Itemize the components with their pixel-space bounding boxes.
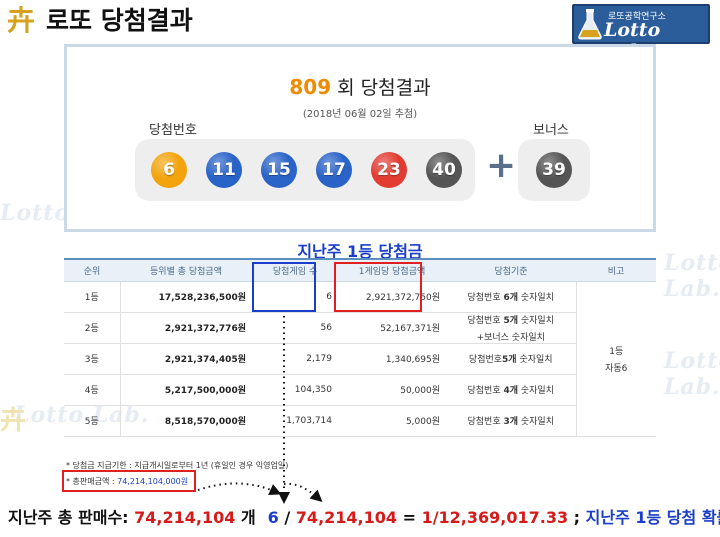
summary-semicolon: ; xyxy=(568,508,586,527)
bonus-ball: 39 xyxy=(536,152,572,188)
logo-icon: 卉 xyxy=(6,4,35,37)
criteria-cell: 당첨번호 3개 숫자일치 xyxy=(446,405,576,437)
total-prize-cell: 17,528,236,500원 xyxy=(120,281,252,313)
summary-label: 지난주 총 판매수: xyxy=(8,508,135,527)
bonus-number-panel: 39 xyxy=(518,139,590,201)
summary-unit: 개 xyxy=(235,508,256,527)
winning-games-cell: 1,703,714 xyxy=(252,405,338,437)
rank-cell: 4등 xyxy=(64,374,121,406)
table-row: 2등 2,921,372,776원 56 52,167,371원 당첨번호 5개… xyxy=(64,312,656,344)
summary-equals: = xyxy=(397,508,422,527)
round-number: 809 xyxy=(289,75,332,99)
total-prize-cell: 2,921,374,405원 xyxy=(120,343,252,375)
per-game-prize-cell: 50,000원 xyxy=(338,374,446,406)
remarks-cell: 1등 자동6 xyxy=(575,281,656,437)
rank-cell: 3등 xyxy=(64,343,121,375)
draw-date: (2018년 06월 02일 추첨) xyxy=(302,109,418,120)
rank-cell: 2등 xyxy=(64,312,121,344)
summary-slash: / xyxy=(278,508,296,527)
notes: * 당첨금 지급기한 : 지급개시일로부터 1년 (휴일인 경우 익영업일) *… xyxy=(66,458,288,490)
summary-tail: 지난주 1등 당첨 확률 xyxy=(585,508,720,527)
round-suffix: 회 당첨결과 xyxy=(331,77,431,99)
winning-numbers-label: 당첨번호 xyxy=(149,123,197,138)
criteria-cell: 당첨번호 6개 숫자일치 xyxy=(446,281,576,313)
total-sales-note: * 총판매금액 : 74,214,104,000원 xyxy=(66,477,189,486)
column-header: 등위별 총 당첨금액 xyxy=(120,258,252,282)
brand-logo: 로또공학연구소 Lotto Lab. xyxy=(572,4,710,63)
table-row: 4등 5,217,500,000원 104,350 50,000원 당첨번호 4… xyxy=(64,374,656,406)
column-header: 비고 xyxy=(576,258,656,282)
payment-deadline-note: * 당첨금 지급기한 : 지급개시일로부터 1년 (휴일인 경우 익영업일) xyxy=(66,461,289,470)
watermark-logo-icon: 卉 xyxy=(0,406,27,436)
winning-games-cell: 2,179 xyxy=(252,343,338,375)
total-prize-cell: 8,518,570,000원 xyxy=(120,405,252,437)
rank-cell: 1등 xyxy=(64,281,121,313)
lotto-ball: 15 xyxy=(261,152,297,188)
flask-icon xyxy=(578,9,602,40)
criteria-cell: 당첨번호 4개 숫자일치 xyxy=(446,374,576,406)
per-game-prize-cell: 5,000원 xyxy=(338,405,446,437)
summary-odds: 1/12,369,017.33 xyxy=(421,508,569,527)
winning-games-cell: 56 xyxy=(252,312,338,344)
page-title: 로또 당첨결과 xyxy=(46,6,193,35)
round-heading: 809 회 당첨결과 xyxy=(67,73,653,100)
column-header: 당첨기준 xyxy=(446,258,576,282)
lotto-ball: 6 xyxy=(151,152,187,188)
watermark-text: Lotto Lab. xyxy=(664,348,720,400)
lotto-ball: 11 xyxy=(206,152,242,188)
per-game-highlight-box xyxy=(334,262,422,312)
table-row: 5등 8,518,570,000원 1,703,714 5,000원 당첨번호 … xyxy=(64,405,656,437)
winning-numbers-panel: 6 11 15 17 23 40 xyxy=(135,139,475,201)
header: 卉 로또 당첨결과 로또공학연구소 Lotto Lab. xyxy=(0,0,720,63)
draw-result-card: 809 회 당첨결과 (2018년 06월 02일 추첨) 당첨번호 보너스 6… xyxy=(64,44,656,232)
games-highlight-box xyxy=(252,262,316,312)
criteria-cell: 당첨번호5개 숫자일치 xyxy=(446,343,576,375)
total-prize-cell: 5,217,500,000원 xyxy=(120,374,252,406)
total-prize-cell: 2,921,372,776원 xyxy=(120,312,252,344)
plus-icon: + xyxy=(486,145,517,186)
rank-cell: 5등 xyxy=(64,405,121,437)
winning-games-cell: 104,350 xyxy=(252,374,338,406)
column-header: 순위 xyxy=(64,258,120,282)
lotto-ball: 23 xyxy=(371,152,407,188)
bonus-label: 보너스 xyxy=(533,123,569,138)
lotto-ball: 17 xyxy=(316,152,352,188)
summary-sales-denominator: 74,214,104 xyxy=(295,508,398,527)
summary-sales: 74,214,104 xyxy=(134,508,236,527)
per-game-prize-cell: 52,167,371원 xyxy=(338,312,446,344)
odds-summary: 지난주 총 판매수: 74,214,104 개6 / 74,214,104 = … xyxy=(8,504,720,528)
per-game-prize-cell: 1,340,695원 xyxy=(338,343,446,375)
table-row: 3등 2,921,374,405원 2,179 1,340,695원 당첨번호5… xyxy=(64,343,656,375)
summary-first-count: 6 xyxy=(267,508,279,527)
criteria-cell: 당첨번호 5개 숫자일치 +보너스 숫자일치 xyxy=(446,312,576,344)
lotto-ball: 40 xyxy=(426,152,462,188)
